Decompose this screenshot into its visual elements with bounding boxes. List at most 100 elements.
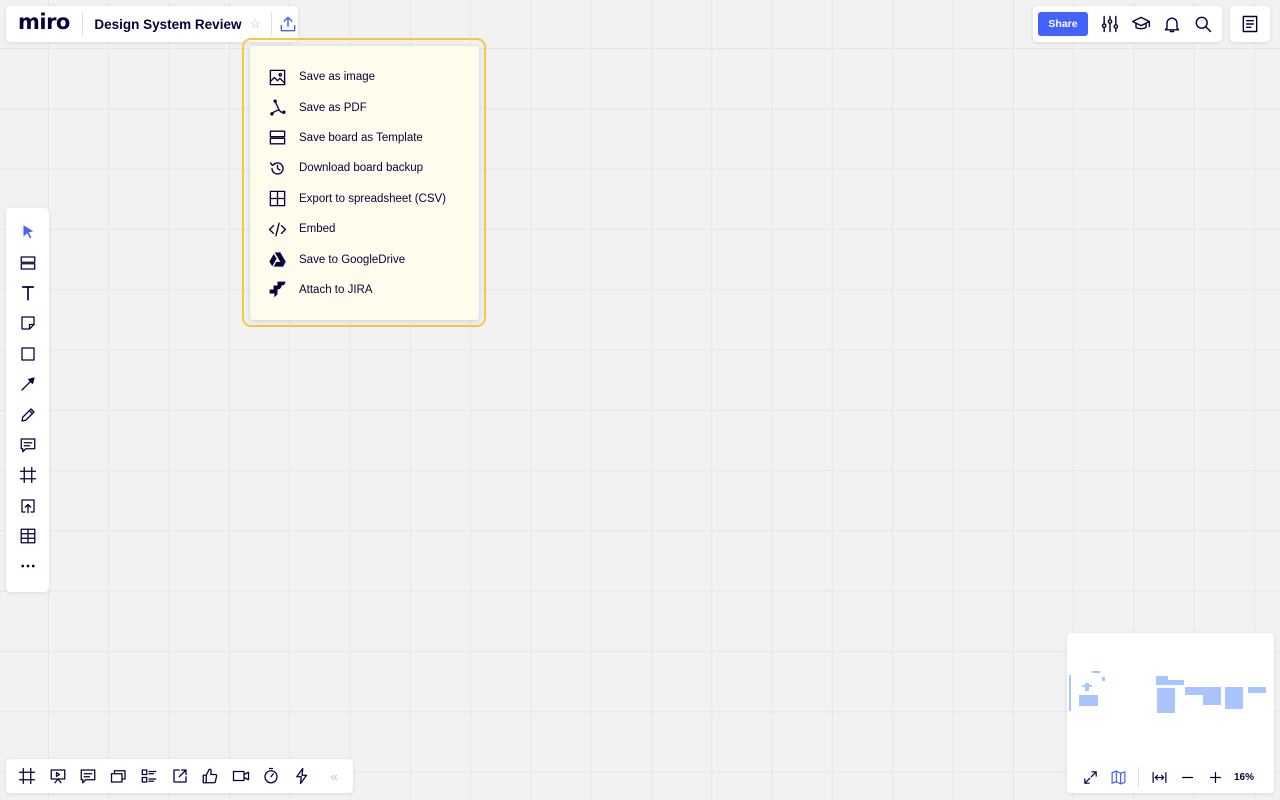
map-icon [1111, 770, 1125, 784]
menu-item-google-drive[interactable]: Save to GoogleDrive [250, 244, 479, 274]
code-icon [268, 222, 287, 237]
collapse-icon[interactable]: « [319, 759, 350, 793]
menu-item-save-template[interactable]: Save board as Template [250, 123, 479, 153]
table-icon [269, 190, 286, 207]
share-button[interactable]: Share [1038, 12, 1088, 36]
tool-connection-line[interactable] [6, 369, 49, 399]
tool-sticky-note[interactable] [6, 308, 49, 338]
menu-item-save-pdf[interactable]: Save as PDF [250, 92, 479, 122]
divider [1138, 767, 1139, 787]
notifications-button[interactable] [1156, 6, 1187, 42]
tool-table[interactable] [6, 521, 49, 551]
settings-sliders-icon [1101, 15, 1118, 33]
menu-item-label: Export to spreadsheet (CSV) [299, 192, 447, 205]
templates-icon [20, 255, 35, 270]
upload-icon [280, 16, 296, 32]
minus-icon [1181, 776, 1193, 778]
shape-icon [20, 347, 35, 361]
learning-cap-icon [1131, 16, 1150, 30]
voting-button[interactable] [195, 759, 226, 793]
cards-icon [110, 770, 126, 783]
fit-screen-button[interactable] [1076, 761, 1104, 793]
collaboration-toolbar: « [6, 759, 353, 793]
more-icon [20, 565, 35, 568]
menu-item-embed[interactable]: Embed [250, 214, 479, 244]
search-icon [1195, 16, 1211, 33]
minimap-panel: 16% [1067, 633, 1274, 793]
comments-icon [80, 769, 96, 784]
menu-item-label: Save as image [299, 71, 376, 84]
zoom-out-button[interactable] [1173, 761, 1201, 793]
tool-shape[interactable] [6, 339, 49, 369]
menu-item-export-csv[interactable]: Export to spreadsheet (CSV) [250, 184, 479, 214]
tool-pen[interactable] [6, 399, 49, 429]
presentation-icon [50, 769, 66, 784]
timer-icon [264, 767, 278, 784]
export-menu: Save as image Save as PDF Save board as … [250, 46, 479, 320]
tool-frame[interactable] [6, 460, 49, 490]
comment-icon [20, 438, 35, 453]
zoom-level[interactable]: 16% [1234, 772, 1254, 783]
menu-item-attach-jira[interactable]: Attach to JIRA [250, 275, 479, 305]
menu-item-label: Save to GoogleDrive [299, 253, 406, 266]
menu-item-label: Save board as Template [299, 131, 423, 144]
frames-button[interactable] [12, 759, 43, 793]
google-drive-icon [269, 252, 286, 267]
menu-item-label: Attach to JIRA [299, 283, 373, 296]
search-button[interactable] [1187, 6, 1218, 42]
plus-icon [1209, 771, 1221, 783]
presentation-button[interactable] [43, 759, 74, 793]
menu-item-label: Download board backup [299, 162, 424, 175]
tool-upload[interactable] [6, 491, 49, 521]
cards-button[interactable] [104, 759, 135, 793]
image-icon [269, 69, 286, 85]
divider [81, 12, 83, 36]
export-button[interactable] [278, 6, 298, 42]
fit-width-button[interactable] [1145, 761, 1173, 793]
minimap[interactable] [1067, 633, 1274, 761]
board-header: miro Design System Review ☆ [6, 6, 298, 42]
template-icon [269, 130, 286, 145]
apps-button[interactable] [287, 759, 318, 793]
minimap-controls: 16% [1067, 761, 1274, 793]
creation-toolbar [6, 208, 49, 592]
jira-icon [269, 282, 286, 298]
menu-item-label: Save as PDF [299, 101, 367, 114]
frames-icon [19, 767, 36, 785]
sticky-note-icon [20, 316, 35, 330]
tool-select[interactable] [6, 217, 49, 247]
divider [271, 12, 272, 36]
tool-more[interactable] [6, 551, 49, 581]
notes-button[interactable] [1230, 6, 1270, 42]
pen-icon [20, 407, 35, 422]
menu-item-download-backup[interactable]: Download board backup [250, 153, 479, 183]
tool-templates[interactable] [6, 247, 49, 277]
frame-icon [19, 467, 36, 484]
notes-icon [1242, 15, 1258, 33]
menu-item-label: Embed [299, 223, 336, 236]
fit-width-icon [1152, 771, 1166, 783]
zoom-in-button[interactable] [1201, 761, 1229, 793]
video-chat-button[interactable] [226, 759, 257, 793]
share-screen-button[interactable] [165, 759, 196, 793]
miro-logo[interactable]: miro [18, 11, 70, 33]
table-icon [20, 528, 35, 544]
share-screen-icon [173, 769, 187, 783]
menu-item-save-image[interactable]: Save as image [250, 62, 479, 92]
voting-icon [202, 768, 218, 784]
learning-button[interactable] [1125, 6, 1156, 42]
map-toggle-button[interactable] [1104, 761, 1132, 793]
upload-icon [20, 499, 35, 514]
apps-icon [295, 767, 307, 785]
tool-comment[interactable] [6, 430, 49, 460]
text-icon [21, 286, 34, 301]
star-icon[interactable]: ☆ [249, 16, 261, 32]
connection-line-icon [20, 377, 35, 391]
settings-button[interactable] [1094, 6, 1125, 42]
backup-icon [269, 162, 284, 175]
comments-button[interactable] [73, 759, 104, 793]
board-title[interactable]: Design System Review [94, 17, 241, 32]
tasks-button[interactable] [134, 759, 165, 793]
timer-button[interactable] [256, 759, 287, 793]
tool-text[interactable] [6, 278, 49, 308]
